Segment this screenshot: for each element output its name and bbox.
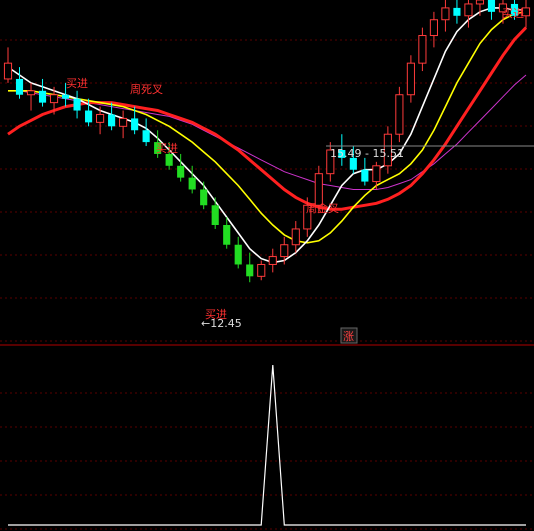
- candle-body: [49, 94, 59, 104]
- candle-body: [418, 35, 427, 64]
- candle-body: [223, 225, 231, 245]
- low-price-label: ←12.45: [201, 317, 242, 330]
- candle-body: [395, 94, 404, 135]
- candle-body: [314, 173, 323, 206]
- candle-body: [165, 153, 173, 166]
- candle-body: [96, 113, 105, 123]
- candle-body: [73, 98, 81, 111]
- buy-signal-4: 买进: [502, 7, 524, 20]
- candle-body: [453, 7, 461, 16]
- signal-indicator: [8, 364, 526, 526]
- ma-short-line: [7, 7, 526, 264]
- ma-xlong-line: [8, 74, 527, 190]
- candle-body: [200, 189, 208, 206]
- stock-chart: 15.49 - 15.51 买进 周死叉 买进 周金叉 买进 买进 ←12.45…: [0, 0, 534, 530]
- candle-body: [487, 0, 496, 12]
- moving-averages: [7, 7, 528, 264]
- candle-body: [26, 90, 36, 96]
- candle-body: [372, 165, 381, 183]
- candle-body: [131, 118, 139, 131]
- indicator-panel-grid: [0, 392, 534, 530]
- candle-body: [361, 169, 369, 182]
- signal-line: [8, 364, 526, 526]
- price-range-marker: 15.49 - 15.51: [326, 145, 534, 160]
- candle-body: [475, 0, 485, 5]
- candle-body: [268, 256, 277, 265]
- candle-body: [15, 78, 24, 95]
- candle-body: [246, 264, 254, 277]
- buy-signal-1: 买进: [66, 77, 88, 90]
- candle-body: [142, 130, 150, 143]
- candle-body: [61, 94, 70, 99]
- death-cross-label: 周死叉: [130, 83, 163, 96]
- candle-body: [108, 114, 116, 127]
- price-range-label: 15.49 - 15.51: [330, 147, 404, 160]
- rise-badge: 涨: [343, 330, 354, 343]
- candle-body: [234, 244, 242, 265]
- candle-body: [257, 263, 266, 277]
- candle-body: [3, 62, 13, 80]
- candle-body: [38, 90, 47, 103]
- candle-body: [280, 244, 289, 258]
- candle-body: [291, 228, 300, 246]
- golden-cross-label: 周金叉: [306, 201, 339, 215]
- candle-body: [85, 110, 93, 123]
- candle-body: [429, 19, 438, 37]
- candle-body: [177, 165, 185, 178]
- candle-body: [211, 205, 219, 225]
- candle-body: [406, 62, 415, 96]
- candle-body: [119, 117, 128, 127]
- candle-body: [441, 7, 450, 21]
- candle-body: [188, 177, 196, 190]
- buy-signal-2: 买进: [156, 142, 178, 155]
- candle-body: [464, 3, 473, 17]
